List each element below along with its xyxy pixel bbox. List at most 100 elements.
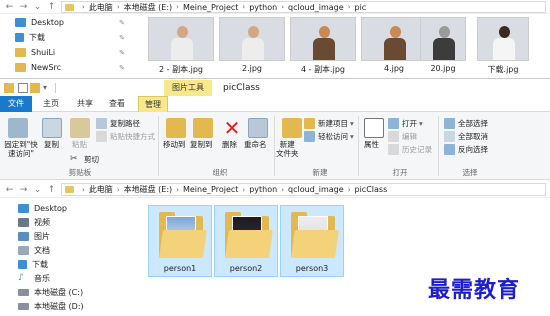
breadcrumb-item[interactable]: qcloud_image [288,3,344,12]
image-thumbnail [420,17,466,61]
copy-to-button[interactable]: 复制到 [190,140,213,149]
history-button[interactable]: 历史记录 [388,144,432,155]
rename-button[interactable]: 重命名 [244,140,267,149]
folder-icon [159,212,207,258]
sidebar-item-desktop[interactable]: Desktop ✎ [15,16,133,29]
file-item[interactable]: 4 - 副本.jpg [290,17,356,75]
cut-button[interactable]: ✂ 剪切 [70,154,99,165]
breadcrumb-item[interactable]: 此电脑 [89,184,113,195]
top-address-bar[interactable]: › 此电脑 › 本地磁盘 (E:) › Meine_Project › pyth… [61,1,546,13]
chevron-right-icon: › [82,3,85,11]
properties-check-icon[interactable] [364,118,384,138]
delete-x-icon[interactable]: ✕ [222,118,242,138]
sidebar-item-label: 下载 [29,33,45,42]
new-folder-icon[interactable] [30,83,40,93]
sidebar-item-music[interactable]: ♪ 音乐 [18,272,136,285]
history-chevron-icon[interactable]: ⌄ [32,1,43,13]
properties-icon[interactable] [18,83,28,93]
new-folder-icon[interactable] [282,118,302,138]
sidebar-item-downloads[interactable]: 下载 [18,258,136,271]
new-folder-button[interactable]: 新建 文件夹 [276,140,299,158]
paste-shortcut-button[interactable]: 粘贴快捷方式 [96,131,155,142]
clipboard-group-label: 剪贴板 [68,168,92,177]
sidebar-item-shuili[interactable]: ShuiLi ✎ [15,46,133,59]
copy-path-button[interactable]: 复制路径 [96,118,140,129]
easy-access-button[interactable]: 轻松访问 ▾ [304,131,354,142]
select-all-button[interactable]: 全部选择 [444,118,488,129]
copy-button[interactable]: 复制 [44,140,59,149]
file-item[interactable]: 2.jpg [219,17,285,73]
sidebar-item-label: ShuiLi [31,48,56,57]
copy-to-icon[interactable] [193,118,213,138]
delete-button[interactable]: 删除 [222,140,237,149]
up-arrow-icon[interactable]: ↑ [46,184,57,196]
file-name: 4.jpg [383,64,404,73]
tab-share[interactable]: 共享 [72,96,98,112]
file-item[interactable]: 2 - 副本.jpg [148,17,214,75]
edit-button[interactable]: 编辑 [388,131,417,142]
breadcrumb-item[interactable]: picClass [355,185,388,194]
back-arrow-icon[interactable]: ← [4,184,15,196]
edit-icon [388,131,399,142]
new-item-button[interactable]: 新建项目 ▾ [304,118,354,129]
move-to-icon[interactable] [166,118,186,138]
sidebar-item-pictures[interactable]: 图片 [18,230,136,243]
forward-arrow-icon[interactable]: → [18,184,29,196]
folder-item[interactable]: person1 [148,205,212,277]
breadcrumb-item[interactable]: qcloud_image [288,185,344,194]
invert-selection-button[interactable]: 反向选择 [444,144,488,155]
sidebar-item-label: 本地磁盘 (C:) [34,288,84,297]
sidebar-item-newsrc[interactable]: NewSrc ✎ [15,61,133,74]
pin-quick-access-button[interactable]: 固定到"快 速访问" [2,140,40,158]
breadcrumb-item[interactable]: 本地磁盘 (E:) [124,184,173,195]
paste-icon[interactable] [70,118,90,138]
desktop-icon [18,204,29,213]
easy-access-label: 轻松访问 [318,132,348,141]
breadcrumb-item[interactable]: 此电脑 [89,2,113,13]
breadcrumb-item[interactable]: Meine_Project [183,185,238,194]
breadcrumb-item[interactable]: Meine_Project [183,3,238,12]
folder-item[interactable]: person3 [280,205,344,277]
file-item[interactable]: 4.jpg [361,17,427,73]
breadcrumb-item[interactable]: python [249,185,277,194]
chevron-down-icon[interactable]: ▾ [43,83,53,93]
breadcrumb-item[interactable]: pic [355,3,367,12]
sidebar-item-label: NewSrc [31,63,62,72]
chevron-right-icon: › [347,185,351,194]
tab-view[interactable]: 查看 [104,96,130,112]
scissors-icon: ✂ [70,154,78,164]
open-label: 打开 [402,119,417,128]
sidebar-item-drive-c[interactable]: 本地磁盘 (C:) [18,286,136,299]
pin-icon[interactable] [8,118,28,138]
move-to-button[interactable]: 移动到 [163,140,186,149]
forward-arrow-icon[interactable]: → [18,1,29,13]
up-arrow-icon[interactable]: ↑ [46,1,57,13]
select-none-button[interactable]: 全部取消 [444,131,488,142]
open-group-label: 打开 [392,168,408,177]
drive-icon [18,303,29,310]
open-button[interactable]: 打开 ▾ [388,118,423,129]
sidebar-item-documents[interactable]: 文档 [18,244,136,257]
sidebar-item-videos[interactable]: 视频 [18,216,136,229]
address-bar[interactable]: › 此电脑 › 本地磁盘 (E:) › Meine_Project › pyth… [61,183,546,196]
sidebar-item-drive-d[interactable]: 本地磁盘 (D:) [18,300,136,313]
rename-icon[interactable] [248,118,268,138]
folder-item[interactable]: person2 [214,205,278,277]
copy-icon[interactable] [42,118,62,138]
tab-home[interactable]: 主页 [38,96,64,112]
paste-button[interactable]: 粘贴 [72,140,87,149]
breadcrumb-item[interactable]: 本地磁盘 (E:) [124,2,173,13]
back-arrow-icon[interactable]: ← [4,1,15,13]
properties-button[interactable]: 属性 [364,140,379,149]
sidebar-item-desktop[interactable]: Desktop [18,202,136,215]
watermark-text: 最需教育 [428,277,521,303]
tab-manage[interactable]: 管理 [138,96,168,112]
breadcrumb-item[interactable]: python [249,3,277,12]
history-chevron-icon[interactable]: ⌄ [32,184,43,196]
new-item-label: 新建项目 [318,119,348,128]
select-all-icon [444,118,455,129]
sidebar-item-downloads[interactable]: 下载 ✎ [15,31,133,44]
file-item[interactable]: 20.jpg [420,17,466,73]
file-item[interactable]: 下载.jpg [477,17,529,75]
tab-file[interactable]: 文件 [0,96,32,112]
